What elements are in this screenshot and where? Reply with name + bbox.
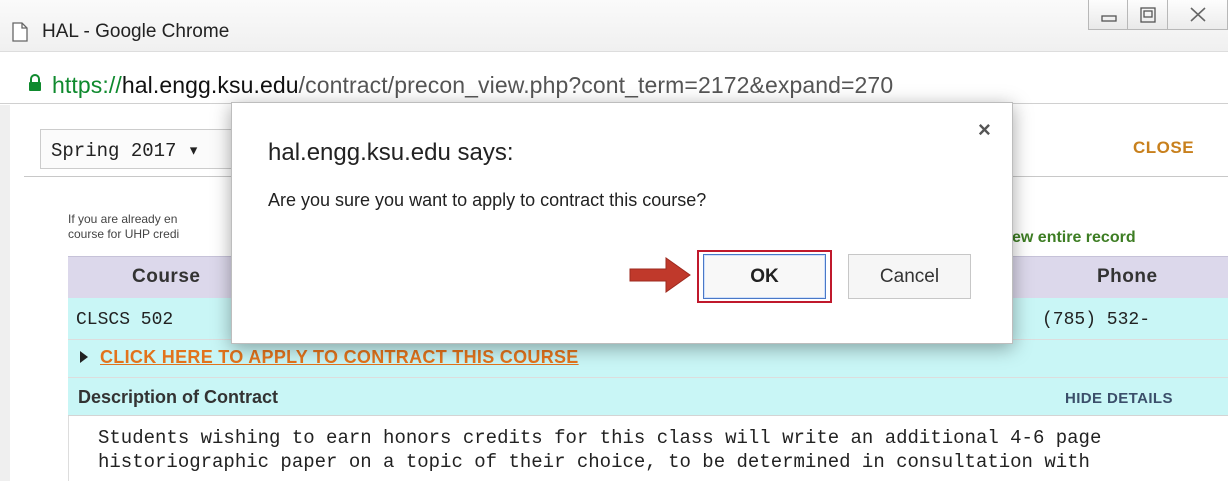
minimize-button[interactable] [1088, 0, 1128, 30]
window-titlebar: HAL - Google Chrome [0, 0, 1228, 52]
phone-cell: (785) 532- [1042, 310, 1151, 330]
url-scheme: https:// [52, 72, 122, 98]
maximize-icon [1140, 7, 1156, 23]
window-title: HAL - Google Chrome [42, 21, 230, 42]
triangle-right-icon [80, 351, 88, 363]
url-host: hal.engg.ksu.edu [121, 72, 299, 98]
course-cell: CLSCS 502 [76, 310, 174, 330]
url-path: /contract/precon_view.php?cont_term=2172… [298, 72, 894, 98]
dialog-title: hal.engg.ksu.edu says: [268, 139, 514, 166]
url-text[interactable]: https://hal.engg.ksu.edu/contract/precon… [52, 72, 893, 99]
dialog-close-icon[interactable]: × [978, 117, 991, 143]
term-select-value: Spring 2017 [51, 140, 177, 162]
term-select[interactable]: Spring 2017 ▾ [40, 129, 232, 169]
column-header-phone: Phone [1097, 266, 1158, 287]
view-entire-record-link[interactable]: ew entire record [1012, 229, 1136, 247]
red-arrow-icon [629, 257, 691, 293]
cancel-button[interactable]: Cancel [848, 254, 971, 299]
minimize-icon [1101, 15, 1117, 22]
apply-to-contract-link[interactable]: CLICK HERE TO APPLY TO CONTRACT THIS COU… [100, 347, 579, 368]
ok-button[interactable]: OK [703, 254, 826, 299]
note-line-2: course for UHP credi [68, 227, 180, 241]
description-text: Students wishing to earn honors credits … [98, 427, 1102, 473]
chevron-down-icon: ▾ [187, 140, 200, 162]
lock-icon [29, 74, 41, 91]
description-title: Description of Contract [78, 387, 279, 407]
column-header-course: Course [132, 266, 201, 287]
page-icon [12, 22, 28, 42]
dialog-message: Are you sure you want to apply to contra… [268, 190, 707, 210]
window-controls [1088, 0, 1228, 32]
enrollment-note: If you are already en course for UHP cre… [68, 212, 179, 242]
note-line-1: If you are already en [68, 212, 178, 226]
hide-details-link[interactable]: HIDE DETAILS [1065, 390, 1173, 407]
close-window-icon [1190, 7, 1206, 22]
maximize-button[interactable] [1128, 0, 1168, 30]
close-window-button[interactable] [1168, 0, 1228, 30]
close-link[interactable]: CLOSE [1133, 138, 1194, 158]
